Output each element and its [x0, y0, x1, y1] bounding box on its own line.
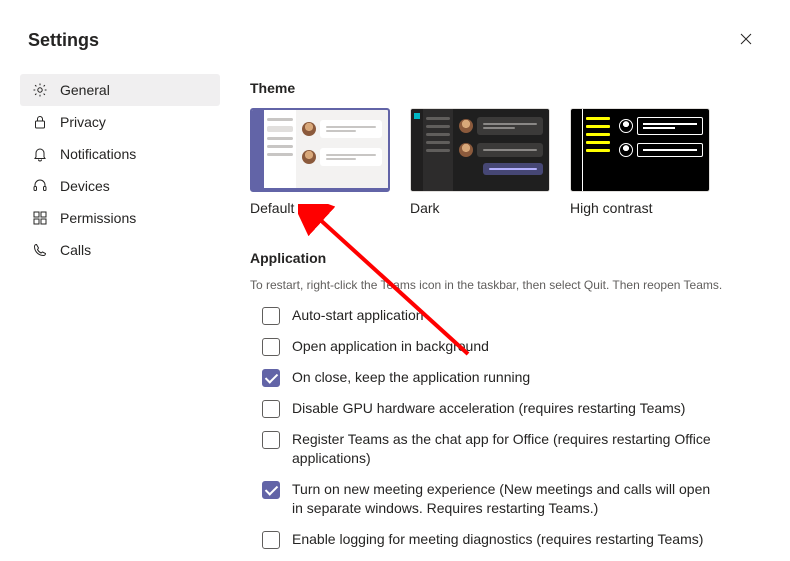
checkbox-label: Auto-start application [292, 306, 424, 325]
sidebar-item-general[interactable]: General [20, 74, 220, 106]
sidebar-item-label: Permissions [60, 210, 136, 226]
checkbox-label: Disable GPU hardware acceleration (requi… [292, 399, 685, 418]
checkbox-open-background[interactable] [262, 338, 280, 356]
theme-label: Dark [410, 200, 550, 216]
close-icon [740, 32, 752, 49]
page-title: Settings [28, 30, 99, 51]
headset-icon [32, 178, 48, 194]
sidebar-item-label: Devices [60, 178, 110, 194]
sidebar-item-notifications[interactable]: Notifications [20, 138, 220, 170]
bell-icon [32, 146, 48, 162]
theme-label: High contrast [570, 200, 710, 216]
sidebar-item-calls[interactable]: Calls [20, 234, 220, 266]
sidebar-item-label: General [60, 82, 110, 98]
checkbox-enable-logging[interactable] [262, 531, 280, 549]
checkbox-label: On close, keep the application running [292, 368, 530, 387]
sidebar-item-privacy[interactable]: Privacy [20, 106, 220, 138]
checkbox-label: Turn on new meeting experience (New meet… [292, 480, 722, 518]
theme-option-dark[interactable]: Dark [410, 108, 550, 216]
checkbox-auto-start[interactable] [262, 307, 280, 325]
checkbox-new-meeting-experience[interactable] [262, 481, 280, 499]
checkbox-disable-gpu[interactable] [262, 400, 280, 418]
sidebar-item-label: Privacy [60, 114, 106, 130]
sidebar-item-permissions[interactable]: Permissions [20, 202, 220, 234]
theme-option-default[interactable]: Default [250, 108, 390, 216]
theme-section-title: Theme [250, 80, 762, 96]
sidebar-item-label: Notifications [60, 146, 136, 162]
lock-icon [32, 114, 48, 130]
phone-icon [32, 242, 48, 258]
theme-preview-high-contrast [570, 108, 710, 192]
gear-icon [32, 82, 48, 98]
sidebar-item-label: Calls [60, 242, 91, 258]
theme-preview-default [250, 108, 390, 192]
theme-preview-dark [410, 108, 550, 192]
theme-label: Default [250, 200, 390, 216]
checkbox-keep-running[interactable] [262, 369, 280, 387]
application-section-title: Application [250, 250, 762, 266]
checkbox-register-chat-app[interactable] [262, 431, 280, 449]
theme-option-high-contrast[interactable]: High contrast [570, 108, 710, 216]
apps-icon [32, 210, 48, 226]
checkbox-label: Enable logging for meeting diagnostics (… [292, 530, 703, 549]
application-restart-note: To restart, right-click the Teams icon i… [250, 278, 762, 292]
close-button[interactable] [730, 24, 762, 56]
sidebar-item-devices[interactable]: Devices [20, 170, 220, 202]
checkbox-label: Open application in background [292, 337, 489, 356]
settings-sidebar: General Privacy Notifications Devices Pe [20, 74, 220, 561]
checkbox-label: Register Teams as the chat app for Offic… [292, 430, 722, 468]
